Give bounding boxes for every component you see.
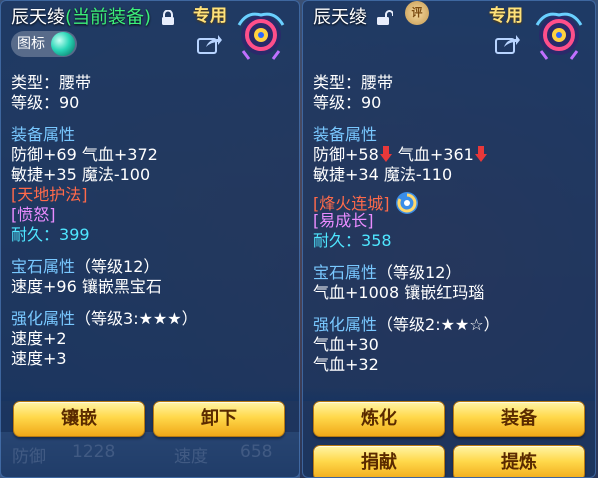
enhance-header: 强化属性 <box>313 315 378 334</box>
attr-line-1: 防御+58 气血+361 <box>313 145 589 165</box>
enhance-level: （等级3:★★★） <box>75 309 198 328</box>
share-icon[interactable] <box>197 33 223 55</box>
enhance-header-line: 强化属性（等级3:★★★） <box>11 309 293 329</box>
special-skill: [天地护法] <box>11 185 88 204</box>
enhance-header-line: 强化属性（等级2:★★☆） <box>313 315 589 335</box>
level-line: 等级：90 <box>11 93 80 112</box>
gem-header: 宝石属性 <box>11 257 76 276</box>
gem-line: 气血+1008 镶嵌红玛瑙 <box>313 283 485 302</box>
down-arrow-icon <box>379 146 392 162</box>
scroll-fade <box>1 387 299 401</box>
orb-icon <box>51 32 75 56</box>
down-arrow-icon <box>474 146 487 162</box>
icon-toggle-label: 图标 <box>17 36 45 52</box>
unlock-icon[interactable] <box>376 10 393 26</box>
item-title: 辰天绫(当前装备) <box>11 3 175 29</box>
purify-button[interactable]: 提炼 <box>453 445 585 477</box>
durability-value: 399 <box>59 225 90 244</box>
attr-header: 装备属性 <box>11 125 76 144</box>
refine-button[interactable]: 炼化 <box>313 401 445 437</box>
type-line: 类型：腰带 <box>313 73 394 92</box>
unequip-button[interactable]: 卸下 <box>153 401 285 437</box>
enhance-line-1: 速度+2 <box>11 329 67 348</box>
attr-hp: 气血+361 <box>397 145 474 164</box>
special-effect: [易成长] <box>313 211 374 230</box>
attr-line-1: 防御+69 气血+372 <box>11 145 158 164</box>
special-label: 专用 <box>193 6 227 26</box>
donate-button[interactable]: 捐献 <box>313 445 445 477</box>
enhance-line-2: 气血+32 <box>313 355 379 374</box>
belt-item-icon <box>535 12 583 60</box>
attr-header: 装备属性 <box>313 125 378 144</box>
item-title: 辰天绫 <box>313 3 393 29</box>
item-details: 类型：腰带 等级：90 装备属性 防御+69 气血+372 敏捷+35 魔法-1… <box>11 73 293 369</box>
enhance-line-2: 速度+3 <box>11 349 67 368</box>
durability-label: 耐久： <box>313 231 362 250</box>
attr-line-2: 敏捷+35 魔法-100 <box>11 165 151 184</box>
durability-line: 耐久：358 <box>313 231 589 251</box>
enhance-line-1: 气血+30 <box>313 335 379 354</box>
rating-seal-icon: 评 <box>405 1 429 25</box>
icon-toggle-button[interactable]: 图标 <box>11 31 77 57</box>
belt-item-icon <box>237 12 285 60</box>
gem-header-line: 宝石属性（等级12） <box>11 257 293 277</box>
compare-equipment-panel: 辰天绫 评 专用 类型：腰带 等级：90 装备属性 防御+58 气血+361 敏… <box>302 0 596 478</box>
swirl-icon <box>395 192 418 214</box>
lock-icon <box>161 10 174 25</box>
type-line: 类型：腰带 <box>11 73 92 92</box>
enhance-level: （等级2:★★☆） <box>377 315 500 334</box>
item-details: 类型：腰带 等级：90 装备属性 防御+58 气血+361 敏捷+34 魔法-1… <box>313 73 589 375</box>
gem-header-line: 宝石属性（等级12） <box>313 263 589 283</box>
durability-label: 耐久： <box>11 225 60 244</box>
equipped-status: (当前装备) <box>65 7 152 28</box>
gem-level: （等级12） <box>377 263 462 282</box>
level-line: 等级：90 <box>313 93 382 112</box>
gem-header: 宝石属性 <box>313 263 378 282</box>
inlay-button[interactable]: 镶嵌 <box>13 401 145 437</box>
item-name: 辰天绫 <box>313 7 367 28</box>
equip-button[interactable]: 装备 <box>453 401 585 437</box>
special-label: 专用 <box>489 6 523 26</box>
scroll-fade <box>303 387 595 401</box>
gem-level: （等级12） <box>75 257 160 276</box>
special-skill-line: [烽火连城] <box>313 191 589 214</box>
enhance-header: 强化属性 <box>11 309 76 328</box>
special-effect: [愤怒] <box>11 205 56 224</box>
current-equipment-panel: 辰天绫(当前装备) 专用 图标 类型：腰带 等级：90 装备属性 防御+69 气… <box>0 0 300 478</box>
attr-defense: 防御+58 <box>313 145 379 164</box>
durability-value: 358 <box>361 231 392 250</box>
durability-line: 耐久：399 <box>11 225 293 245</box>
item-name: 辰天绫 <box>11 7 65 28</box>
share-icon[interactable] <box>495 33 521 55</box>
gem-line: 速度+96 镶嵌黑宝石 <box>11 277 162 296</box>
attr-line-2: 敏捷+34 魔法-110 <box>313 165 453 184</box>
